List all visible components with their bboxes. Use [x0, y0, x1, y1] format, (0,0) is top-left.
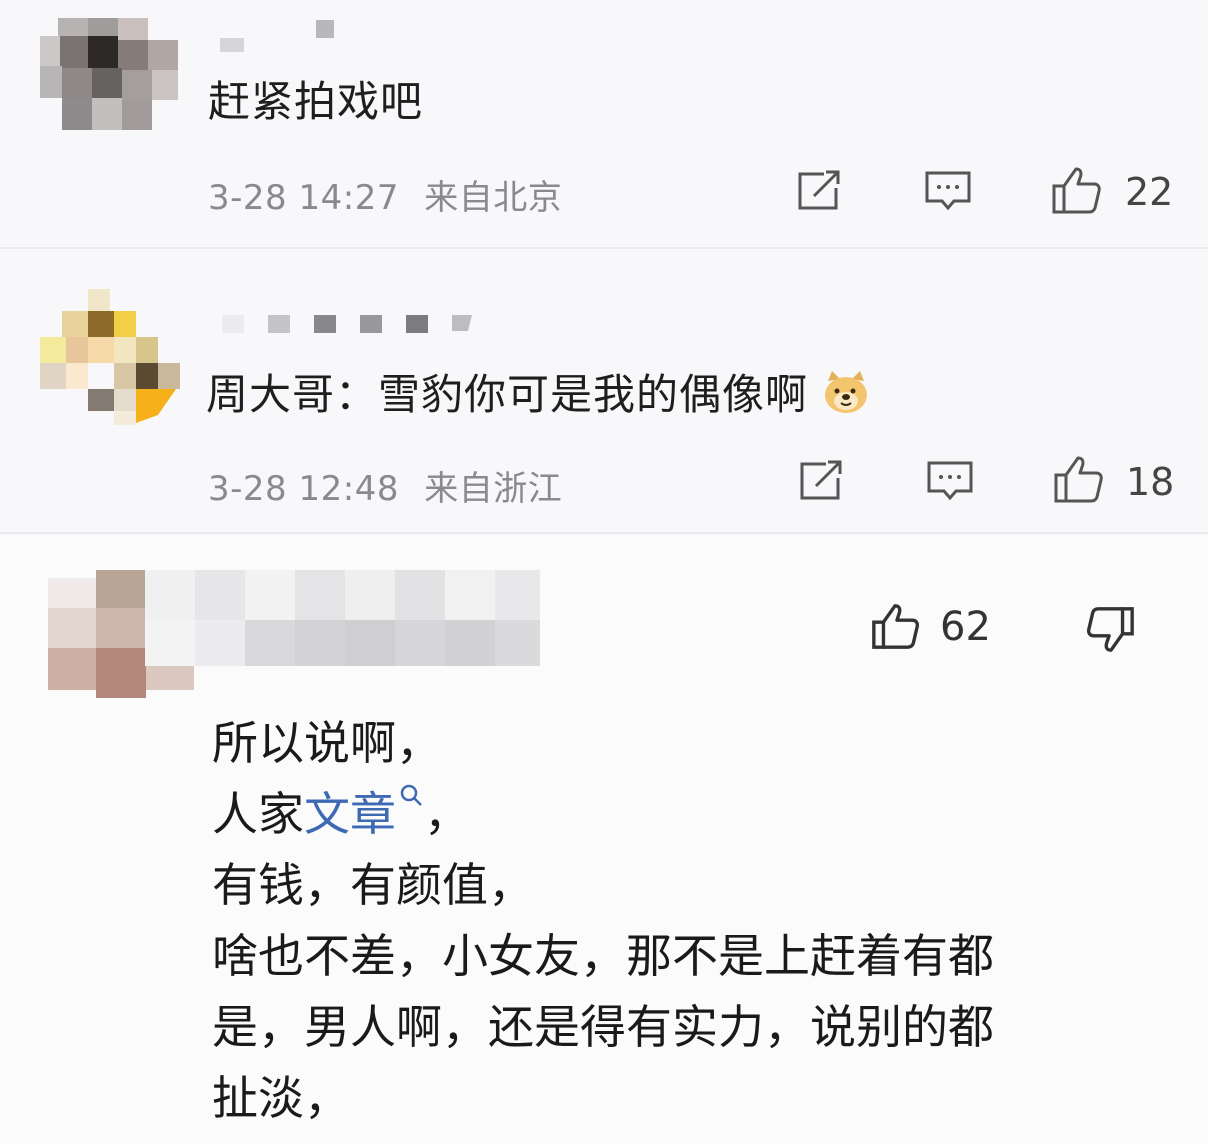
text-segment: ， — [424, 787, 470, 841]
comment-meta: 3-28 14:27 来自北京 — [208, 170, 562, 219]
comment-line: 扯淡， — [212, 1071, 350, 1125]
comment-icon[interactable] — [924, 170, 972, 214]
text-segment: 人家 — [212, 787, 304, 841]
share-icon[interactable] — [798, 460, 846, 502]
comment-card: 周大哥：雪豹你可是我的偶像啊 3-28 12:48 来自浙江 18 — [0, 249, 1208, 532]
comment-text-content: 周大哥：雪豹你可是我的偶像啊 — [206, 370, 809, 419]
comment-line: 所以说啊， — [212, 716, 442, 770]
comment-line: 啥也不差，小女友，那不是上赶着有都 — [212, 929, 994, 983]
comment-card: 赶紧拍戏吧 3-28 14:27 来自北京 22 — [0, 0, 1208, 247]
doge-emoji — [825, 371, 868, 413]
comment-line: 是，男人啊，还是得有实力，说别的都 — [212, 1000, 994, 1054]
comment-text: 赶紧拍戏吧 — [208, 77, 424, 126]
search-icon[interactable] — [398, 782, 424, 808]
avatar[interactable] — [40, 18, 180, 133]
location: 来自浙江 — [424, 469, 563, 509]
like-count: 62 — [940, 604, 991, 650]
like-icon[interactable] — [1052, 455, 1104, 503]
timestamp: 3-28 12:48 — [208, 469, 399, 509]
comment-text: 周大哥：雪豹你可是我的偶像啊 — [206, 361, 870, 422]
comment-meta: 3-28 12:48 来自浙江 — [208, 461, 562, 510]
like-icon[interactable] — [870, 602, 920, 650]
comment-line: 人家文章 ， — [212, 779, 1152, 850]
location: 来自北京 — [424, 178, 563, 218]
comment-text: 所以说啊， 人家文章 ， 有钱，有颜值， 啥也不差，小女友，那不是上赶着有都 是，… — [212, 708, 1152, 1134]
username-redacted[interactable] — [145, 570, 545, 670]
username-redacted[interactable] — [222, 311, 482, 335]
like-icon[interactable] — [1050, 166, 1102, 214]
comment-line: 有钱，有颜值， — [212, 858, 534, 912]
dislike-icon[interactable] — [1086, 606, 1136, 654]
comment-icon[interactable] — [926, 460, 974, 504]
timestamp: 3-28 14:27 — [208, 178, 399, 218]
username-redacted[interactable] — [220, 20, 350, 52]
like-count: 18 — [1126, 460, 1175, 504]
topic-link[interactable]: 文章 — [304, 787, 396, 841]
like-count: 22 — [1125, 170, 1174, 214]
avatar[interactable] — [40, 289, 180, 429]
share-icon[interactable] — [796, 170, 844, 212]
